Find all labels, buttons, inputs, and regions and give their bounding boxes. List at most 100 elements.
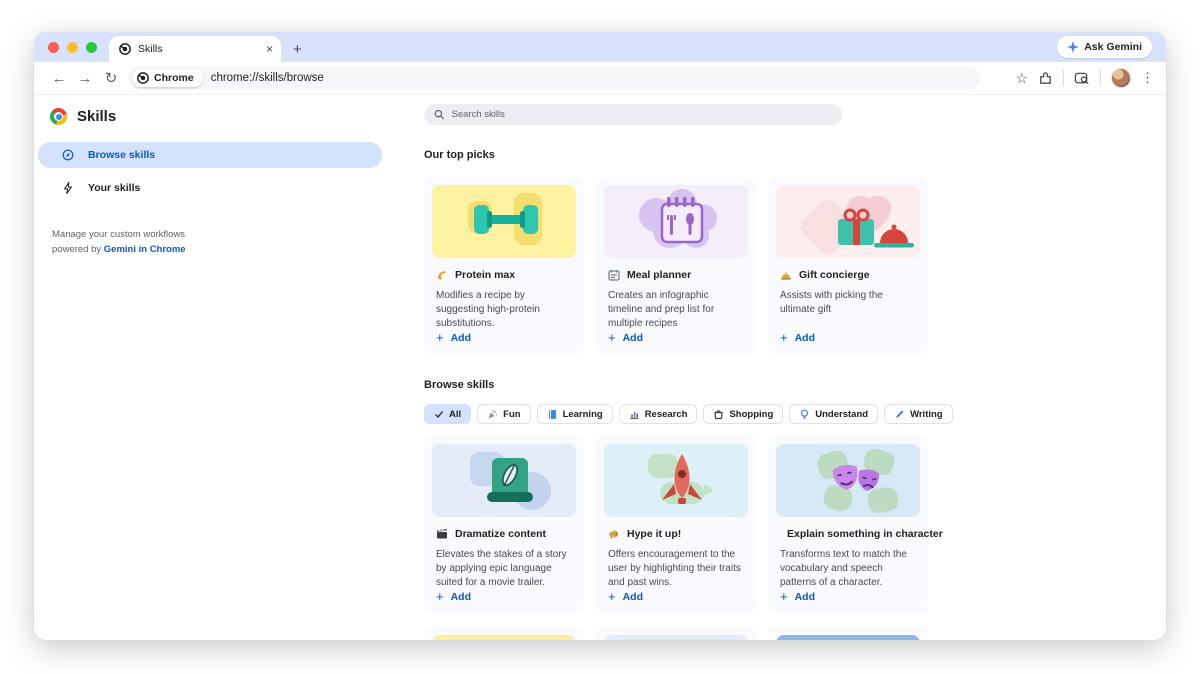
partial-illustration [604, 635, 748, 640]
add-skill-button[interactable]: + Add [436, 331, 576, 346]
plus-icon: + [436, 590, 444, 603]
add-label: Add [451, 591, 471, 603]
skill-card-dramatize-content[interactable]: Dramatize content Elevates the stakes of… [424, 436, 584, 613]
bellhop-bell-icon [780, 269, 792, 281]
add-label: Add [623, 591, 643, 603]
extensions-icon[interactable] [1038, 71, 1053, 86]
more-menu-icon[interactable]: ⋮ [1141, 70, 1154, 86]
sidebar-item-label: Your skills [88, 182, 140, 194]
category-filter-chips: All Fun Learning [424, 404, 1166, 424]
sidebar-item-label: Browse skills [88, 149, 155, 161]
chip-learning[interactable]: Learning [537, 404, 613, 424]
toolbar-actions: ☆ ⋮ [1015, 68, 1154, 88]
card-description: Elevates the stakes of a story by applyi… [436, 548, 572, 590]
sidebar-item-browse-skills[interactable]: Browse skills [38, 142, 382, 168]
megaphone-icon [608, 528, 620, 540]
add-skill-button[interactable]: + Add [608, 590, 748, 605]
card-title: Explain something in character [787, 528, 943, 540]
reload-icon[interactable]: ↻ [98, 69, 124, 87]
skill-card-gift-concierge[interactable]: Gift concierge Assists with picking the … [768, 177, 928, 354]
profile-avatar[interactable] [1111, 68, 1131, 88]
chip-shopping[interactable]: Shopping [703, 404, 783, 424]
partial-illustration [776, 635, 920, 640]
clapperboard-icon [436, 528, 448, 540]
back-icon[interactable]: ← [46, 70, 72, 87]
skills-page: Skills Browse skills Your skills [34, 95, 1166, 640]
browser-toolbar: ← → ↻ Chrome chrome://skills/browse ☆ [34, 62, 1166, 95]
caption-text: Manage your custom workflows [52, 229, 185, 240]
skill-card-hype-it-up[interactable]: Hype it up! Offers encouragement to the … [596, 436, 756, 613]
caption-text: powered by [52, 244, 104, 255]
shopping-bag-icon [713, 409, 724, 420]
section-heading-top-picks: Our top picks [424, 149, 1166, 161]
skills-favicon-icon [119, 43, 131, 55]
tab-title: Skills [138, 43, 259, 55]
lightbulb-icon [799, 409, 810, 420]
chip-research[interactable]: Research [619, 404, 698, 424]
pen-icon [894, 409, 905, 420]
calendar-list-icon [608, 269, 620, 281]
chrome-chip-label: Chrome [154, 72, 194, 84]
theater-masks-illustration [776, 444, 920, 517]
skill-card-explain-in-character[interactable]: Explain something in character Transform… [768, 436, 928, 613]
flexed-biceps-icon [436, 269, 448, 281]
tab-search-icon[interactable] [1074, 71, 1090, 86]
bookmark-star-icon[interactable]: ☆ [1015, 70, 1028, 87]
plus-icon: + [608, 331, 616, 344]
skill-card-partial[interactable] [596, 627, 756, 640]
card-title: Protein max [455, 269, 515, 281]
party-popper-icon [487, 409, 498, 420]
chip-label: Understand [815, 409, 868, 420]
plus-icon: + [436, 331, 444, 344]
dumbbell-illustration [432, 185, 576, 258]
chrome-logo-icon [50, 108, 67, 125]
chip-label: Writing [910, 409, 943, 420]
chip-writing[interactable]: Writing [884, 404, 953, 424]
add-skill-button[interactable]: + Add [780, 590, 920, 605]
plus-icon: + [780, 331, 788, 344]
page-title: Skills [77, 108, 116, 125]
card-description: Transforms text to match the vocabulary … [780, 548, 916, 590]
chip-all[interactable]: All [424, 404, 471, 424]
partial-illustration [432, 635, 576, 640]
chip-label: Research [645, 409, 688, 420]
skill-card-partial[interactable] [424, 627, 584, 640]
browser-tab-skills[interactable]: Skills × [109, 36, 281, 62]
skill-card-meal-planner[interactable]: Meal planner Creates an infographic time… [596, 177, 756, 354]
chip-fun[interactable]: Fun [477, 404, 530, 424]
tab-close-icon[interactable]: × [266, 43, 273, 55]
zoom-window-button[interactable] [86, 42, 97, 53]
card-description: Modifies a recipe by suggesting high-pro… [436, 289, 572, 331]
chrome-url-chip[interactable]: Chrome [132, 69, 203, 87]
research-chart-icon [629, 409, 640, 420]
sidebar: Skills Browse skills Your skills [34, 95, 390, 640]
gemini-sparkle-icon [1067, 41, 1079, 53]
add-skill-button[interactable]: + Add [608, 331, 748, 346]
sidebar-item-your-skills[interactable]: Your skills [38, 175, 382, 201]
gemini-in-chrome-link[interactable]: Gemini in Chrome [104, 244, 186, 255]
search-skills-bar[interactable] [424, 104, 842, 125]
sidebar-header: Skills [34, 95, 390, 125]
minimize-window-button[interactable] [67, 42, 78, 53]
skill-card-partial[interactable] [768, 627, 928, 640]
search-input[interactable] [452, 109, 832, 120]
forward-icon[interactable]: → [72, 70, 98, 87]
card-title: Dramatize content [455, 528, 546, 540]
rocket-illustration [604, 444, 748, 517]
address-bar[interactable]: Chrome chrome://skills/browse [128, 66, 980, 90]
close-window-button[interactable] [48, 42, 59, 53]
tab-strip: Skills × + Ask Gemini [34, 32, 1166, 62]
ask-gemini-button[interactable]: Ask Gemini [1057, 36, 1152, 58]
search-icon [434, 109, 445, 120]
card-title: Hype it up! [627, 528, 681, 540]
add-skill-button[interactable]: + Add [780, 331, 920, 346]
browser-window: Skills × + Ask Gemini ← → ↻ Chrome chrom [34, 32, 1166, 640]
add-skill-button[interactable]: + Add [436, 590, 576, 605]
new-tab-button[interactable]: + [293, 42, 302, 57]
lightning-bolt-icon [62, 182, 74, 194]
top-picks-grid: Protein max Modifies a recipe by suggest… [424, 177, 1166, 354]
chip-understand[interactable]: Understand [789, 404, 878, 424]
add-label: Add [795, 332, 815, 344]
add-label: Add [795, 591, 815, 603]
skill-card-protein-max[interactable]: Protein max Modifies a recipe by suggest… [424, 177, 584, 354]
